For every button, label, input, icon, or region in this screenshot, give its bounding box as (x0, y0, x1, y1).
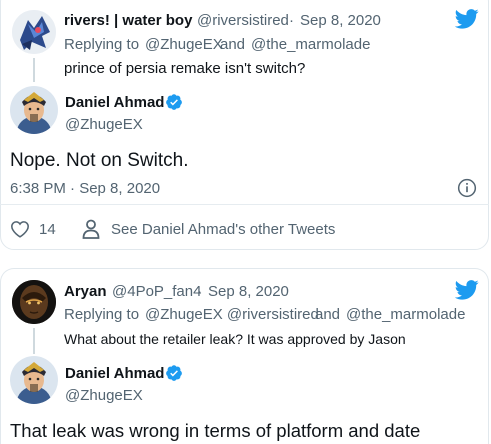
tweet-text: prince of persia remake isn't switch? (64, 60, 306, 77)
tweet-date[interactable]: Sep 8, 2020 (300, 13, 381, 28)
author-handle[interactable]: @riversistired (197, 13, 289, 28)
twitter-bird-icon[interactable] (455, 9, 479, 29)
avatar-aryan[interactable] (12, 280, 56, 324)
thread-line (33, 58, 35, 82)
reply-handle-link[interactable]: @the_marmolade (346, 307, 465, 322)
tweet-date[interactable]: Sep 8, 2020 (208, 284, 289, 299)
author-name[interactable]: rivers! | water boy (64, 13, 192, 28)
heart-icon[interactable] (10, 220, 30, 238)
reply-handle-link[interactable]: @ZhugeEX (145, 37, 223, 52)
reply-and-label: and (220, 36, 246, 53)
author-name[interactable]: Aryan (64, 284, 107, 299)
author-name[interactable]: Daniel Ahmad (65, 95, 164, 110)
avatar-rivers[interactable] (12, 10, 56, 54)
person-icon[interactable] (82, 219, 100, 239)
author-handle[interactable]: @ZhugeEX (65, 117, 143, 132)
tweet-text: Nope. Not on Switch. (10, 150, 189, 171)
divider (0, 204, 489, 205)
avatar-daniel-ahmad[interactable] (10, 86, 58, 134)
author-name[interactable]: Daniel Ahmad (65, 366, 164, 381)
reply-handle-link[interactable]: @ZhugeEX @riversistired (145, 307, 319, 322)
tweet-text: That leak was wrong in terms of platform… (10, 420, 421, 441)
author-handle[interactable]: @ZhugeEX (65, 388, 143, 403)
twitter-bird-icon[interactable] (455, 280, 479, 300)
other-tweets-link[interactable]: See Daniel Ahmad's other Tweets (111, 222, 335, 237)
verified-badge-icon (166, 365, 182, 381)
tweet-text: What about the retailer leak? It was app… (64, 331, 406, 347)
info-icon[interactable] (457, 178, 477, 198)
author-handle[interactable]: @4PoP_fan4 (112, 284, 201, 299)
separator-dot: · (289, 12, 294, 29)
reply-and-label: and (315, 306, 341, 323)
verified-badge-icon (166, 94, 182, 110)
thread-line (33, 328, 35, 354)
tweet-timestamp[interactable]: 6:38 PM · Sep 8, 2020 (10, 181, 160, 196)
like-count[interactable]: 14 (39, 222, 56, 237)
separator-dot: · (197, 283, 202, 300)
replying-to-label: Replying to (64, 36, 140, 53)
reply-handle-link[interactable]: @the_marmolade (251, 37, 370, 52)
replying-to-label: Replying to (64, 306, 140, 323)
avatar-daniel-ahmad[interactable] (10, 356, 58, 404)
